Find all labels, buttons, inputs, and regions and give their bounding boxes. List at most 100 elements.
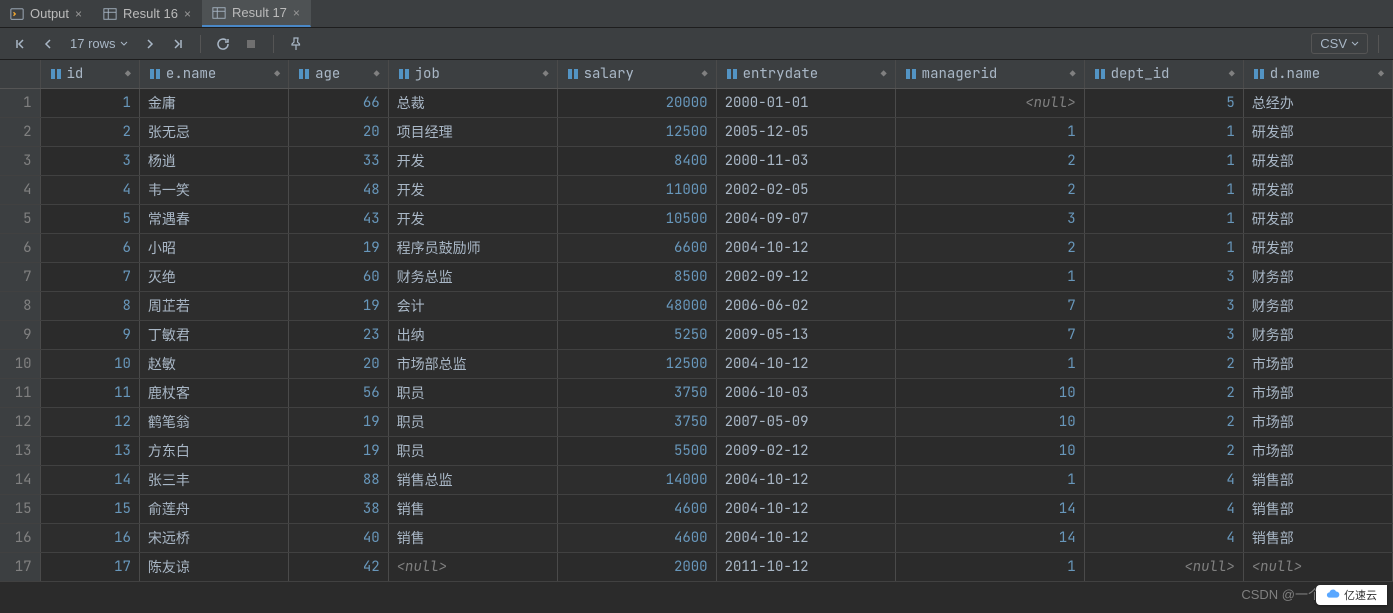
cell-id[interactable]: 2 [40, 117, 139, 146]
cell-id[interactable]: 4 [40, 175, 139, 204]
cell-dept_id[interactable]: 3 [1084, 262, 1243, 291]
cell-job[interactable]: 开发 [388, 175, 557, 204]
first-page-button[interactable] [8, 32, 32, 56]
table-row[interactable]: 22张无忌20项目经理125002005-12-0511研发部 [0, 117, 1393, 146]
cell-dept_id[interactable]: 2 [1084, 407, 1243, 436]
cell-salary[interactable]: 8500 [557, 262, 716, 291]
cell-managerid[interactable]: 7 [895, 320, 1084, 349]
cell-id[interactable]: 14 [40, 465, 139, 494]
cell-managerid[interactable]: 1 [895, 117, 1084, 146]
column-header-dept_id[interactable]: dept_id◆ [1084, 60, 1243, 88]
cell-age[interactable]: 19 [289, 407, 389, 436]
cell-d-name[interactable]: 市场部 [1243, 407, 1392, 436]
table-row[interactable]: 1717陈友谅42<null>20002011-10-121<null><nul… [0, 552, 1393, 581]
column-header-age[interactable]: age◆ [289, 60, 389, 88]
cell-salary[interactable]: 3750 [557, 407, 716, 436]
cell-job[interactable]: 销售 [388, 523, 557, 552]
cell-id[interactable]: 3 [40, 146, 139, 175]
column-header-entrydate[interactable]: entrydate◆ [716, 60, 895, 88]
table-row[interactable]: 99丁敏君23出纳52502009-05-1373财务部 [0, 320, 1393, 349]
cell-entrydate[interactable]: 2004-10-12 [716, 349, 895, 378]
cell-id[interactable]: 13 [40, 436, 139, 465]
cell-entrydate[interactable]: 2002-09-12 [716, 262, 895, 291]
table-row[interactable]: 66小昭19程序员鼓励师66002004-10-1221研发部 [0, 233, 1393, 262]
cell-salary[interactable]: 11000 [557, 175, 716, 204]
cell-salary[interactable]: 6600 [557, 233, 716, 262]
tab-output[interactable]: Output × [0, 0, 93, 27]
cell-age[interactable]: 23 [289, 320, 389, 349]
column-header-e-name[interactable]: e.name◆ [139, 60, 288, 88]
cell-dept_id[interactable]: 1 [1084, 233, 1243, 262]
cell-dept_id[interactable]: 3 [1084, 320, 1243, 349]
column-header-id[interactable]: id◆ [40, 60, 139, 88]
cell-e-name[interactable]: 周芷若 [139, 291, 288, 320]
cell-salary[interactable]: 12500 [557, 349, 716, 378]
cell-age[interactable]: 56 [289, 378, 389, 407]
cell-job[interactable]: 职员 [388, 378, 557, 407]
table-row[interactable]: 1212鹤笔翁19职员37502007-05-09102市场部 [0, 407, 1393, 436]
pin-button[interactable] [284, 32, 308, 56]
cell-e-name[interactable]: 常遇春 [139, 204, 288, 233]
cell-d-name[interactable]: 市场部 [1243, 349, 1392, 378]
cell-job[interactable]: 会计 [388, 291, 557, 320]
cell-age[interactable]: 20 [289, 349, 389, 378]
cell-job[interactable]: 开发 [388, 204, 557, 233]
cell-id[interactable]: 15 [40, 494, 139, 523]
cell-salary[interactable]: 10500 [557, 204, 716, 233]
cell-managerid[interactable]: 1 [895, 262, 1084, 291]
cell-entrydate[interactable]: 2006-10-03 [716, 378, 895, 407]
cell-managerid[interactable]: 3 [895, 204, 1084, 233]
cell-salary[interactable]: 48000 [557, 291, 716, 320]
cell-age[interactable]: 19 [289, 233, 389, 262]
cell-dept_id[interactable]: 1 [1084, 204, 1243, 233]
cell-id[interactable]: 16 [40, 523, 139, 552]
cell-id[interactable]: 1 [40, 88, 139, 117]
cell-managerid[interactable]: 14 [895, 523, 1084, 552]
cell-age[interactable]: 20 [289, 117, 389, 146]
cell-age[interactable]: 48 [289, 175, 389, 204]
table-row[interactable]: 77灭绝60财务总监85002002-09-1213财务部 [0, 262, 1393, 291]
cell-dept_id[interactable]: 3 [1084, 291, 1243, 320]
cell-age[interactable]: 43 [289, 204, 389, 233]
cell-e-name[interactable]: 丁敏君 [139, 320, 288, 349]
close-icon[interactable]: × [184, 7, 191, 21]
cell-salary[interactable]: 12500 [557, 117, 716, 146]
cell-entrydate[interactable]: 2004-10-12 [716, 494, 895, 523]
export-csv-button[interactable]: CSV [1311, 33, 1368, 54]
cell-entrydate[interactable]: 2009-05-13 [716, 320, 895, 349]
next-page-button[interactable] [138, 32, 162, 56]
cell-dept_id[interactable]: 1 [1084, 146, 1243, 175]
cell-age[interactable]: 40 [289, 523, 389, 552]
cell-e-name[interactable]: 赵敏 [139, 349, 288, 378]
cell-d-name[interactable]: 财务部 [1243, 320, 1392, 349]
cell-dept_id[interactable]: 2 [1084, 436, 1243, 465]
cell-managerid[interactable]: 2 [895, 233, 1084, 262]
cell-e-name[interactable]: 鹤笔翁 [139, 407, 288, 436]
cell-salary[interactable]: 4600 [557, 523, 716, 552]
cell-entrydate[interactable]: 2002-02-05 [716, 175, 895, 204]
cell-age[interactable]: 60 [289, 262, 389, 291]
cell-dept_id[interactable]: 4 [1084, 494, 1243, 523]
cell-job[interactable]: 项目经理 [388, 117, 557, 146]
column-header-d-name[interactable]: d.name◆ [1243, 60, 1392, 88]
cell-dept_id[interactable]: <null> [1084, 552, 1243, 581]
cell-job[interactable]: <null> [388, 552, 557, 581]
cell-id[interactable]: 11 [40, 378, 139, 407]
result-grid[interactable]: id◆e.name◆age◆job◆salary◆entrydate◆manag… [0, 60, 1393, 613]
tab-result-17[interactable]: Result 17 × [202, 0, 311, 27]
cell-e-name[interactable]: 小昭 [139, 233, 288, 262]
cell-d-name[interactable]: 研发部 [1243, 175, 1392, 204]
cell-managerid[interactable]: 10 [895, 436, 1084, 465]
cell-id[interactable]: 17 [40, 552, 139, 581]
cell-age[interactable]: 33 [289, 146, 389, 175]
cell-managerid[interactable]: 14 [895, 494, 1084, 523]
cell-age[interactable]: 88 [289, 465, 389, 494]
table-row[interactable]: 1010赵敏20市场部总监125002004-10-1212市场部 [0, 349, 1393, 378]
cell-e-name[interactable]: 俞莲舟 [139, 494, 288, 523]
table-row[interactable]: 33杨逍33开发84002000-11-0321研发部 [0, 146, 1393, 175]
cell-age[interactable]: 66 [289, 88, 389, 117]
cell-dept_id[interactable]: 5 [1084, 88, 1243, 117]
table-row[interactable]: 55常遇春43开发105002004-09-0731研发部 [0, 204, 1393, 233]
refresh-button[interactable] [211, 32, 235, 56]
cell-e-name[interactable]: 宋远桥 [139, 523, 288, 552]
